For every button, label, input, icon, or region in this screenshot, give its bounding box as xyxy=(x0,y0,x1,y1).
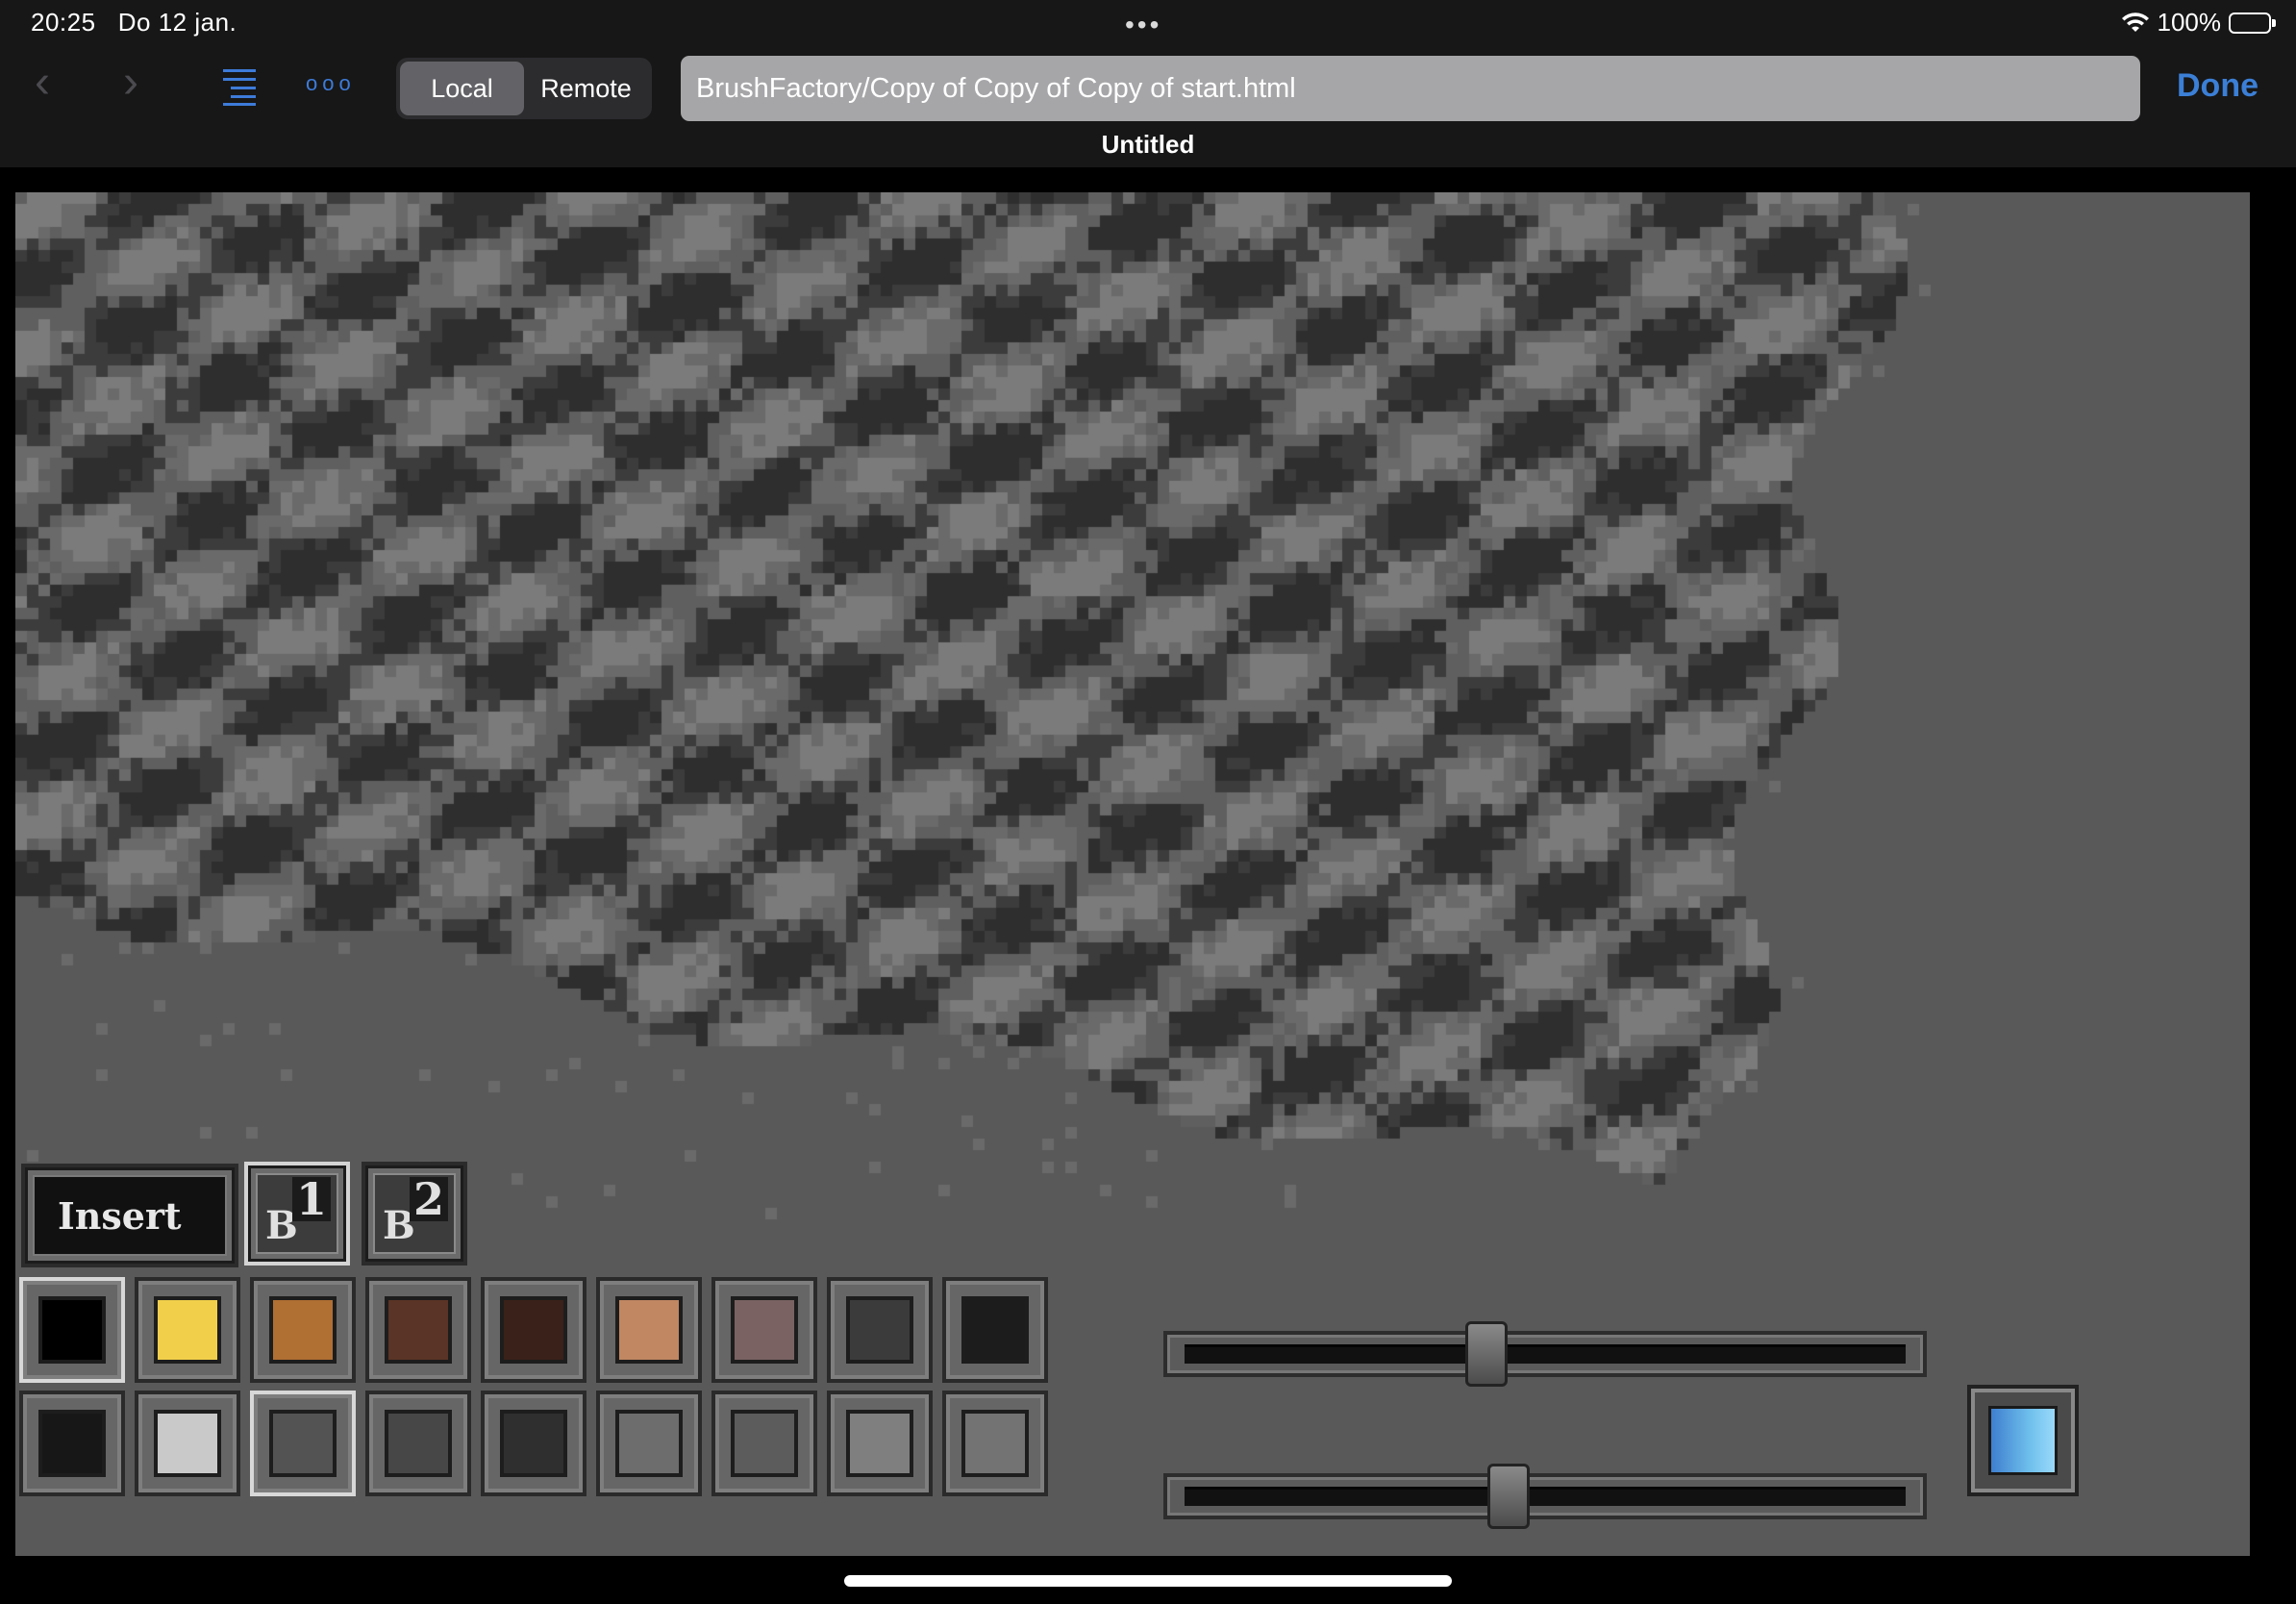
top-bar: 20:25 Do 12 jan. ••• 100% ‹ › ooo Local … xyxy=(0,0,2296,167)
swatch-color xyxy=(154,1296,221,1364)
palette-swatch-row1-8[interactable] xyxy=(827,1277,933,1383)
back-icon[interactable]: ‹ xyxy=(35,60,50,106)
palette-swatch-row1-9[interactable] xyxy=(942,1277,1048,1383)
local-remote-toggle: Local Remote xyxy=(396,58,652,119)
app-canvas[interactable]: Insert B 1 B 2 xyxy=(15,192,2250,1556)
segment-local[interactable]: Local xyxy=(400,62,524,115)
battery-charging-icon xyxy=(2229,12,2276,34)
insert-button[interactable]: Insert xyxy=(21,1164,238,1267)
segment-remote[interactable]: Remote xyxy=(524,62,648,115)
status-right: 100% xyxy=(2121,8,2276,38)
palette-swatch-row2-2[interactable] xyxy=(135,1391,240,1496)
home-indicator[interactable] xyxy=(844,1575,1452,1587)
swatch-color xyxy=(846,1296,913,1364)
swatch-color xyxy=(615,1410,683,1477)
brush-2-number: 2 xyxy=(409,1177,448,1221)
palette-swatch-row2-1[interactable] xyxy=(19,1391,125,1496)
swatch-color xyxy=(385,1296,452,1364)
palette-swatch-row2-4[interactable] xyxy=(365,1391,471,1496)
swatch-color xyxy=(269,1410,337,1477)
current-color-swatch xyxy=(1988,1406,2058,1475)
palette-swatch-row2-6[interactable] xyxy=(596,1391,702,1496)
url-field[interactable]: BrushFactory/Copy of Copy of Copy of sta… xyxy=(681,56,2140,121)
palette-swatch-row1-6[interactable] xyxy=(596,1277,702,1383)
swatch-color xyxy=(38,1296,106,1364)
swatch-color xyxy=(154,1410,221,1477)
swatch-color xyxy=(38,1410,106,1477)
palette-swatch-row2-7[interactable] xyxy=(711,1391,817,1496)
swatch-color xyxy=(615,1296,683,1364)
palette-swatch-row2-3[interactable] xyxy=(250,1391,356,1496)
status-time: 20:25 xyxy=(31,8,96,37)
palette-swatch-row1-4[interactable] xyxy=(365,1277,471,1383)
current-color-preview[interactable] xyxy=(1967,1385,2079,1496)
done-button[interactable]: Done xyxy=(2177,67,2259,105)
slider-2-thumb[interactable] xyxy=(1487,1464,1531,1529)
palette-swatch-row1-5[interactable] xyxy=(481,1277,586,1383)
brush-1-button[interactable]: B 1 xyxy=(244,1162,350,1266)
status-time-date: 20:25 Do 12 jan. xyxy=(31,8,237,38)
palette-swatch-row2-9[interactable] xyxy=(942,1391,1048,1496)
slider-1-track[interactable] xyxy=(1163,1331,1927,1377)
slider-2-track[interactable] xyxy=(1163,1473,1927,1519)
insert-label: Insert xyxy=(33,1175,227,1256)
swatch-color xyxy=(500,1410,567,1477)
palette-swatch-row1-2[interactable] xyxy=(135,1277,240,1383)
palette-swatch-row2-5[interactable] xyxy=(481,1391,586,1496)
slider-1-thumb[interactable] xyxy=(1465,1321,1509,1387)
document-title: Untitled xyxy=(1101,130,1195,159)
swatch-color xyxy=(500,1296,567,1364)
status-date: Do 12 jan. xyxy=(117,8,237,37)
palette-swatch-row1-1[interactable] xyxy=(19,1277,125,1383)
palette-swatch-row2-8[interactable] xyxy=(827,1391,933,1496)
more-options-icon[interactable]: ooo xyxy=(306,71,356,96)
brush-1-number: 1 xyxy=(291,1177,331,1221)
palette-swatch-row1-3[interactable] xyxy=(250,1277,356,1383)
swatch-color xyxy=(961,1296,1029,1364)
swatch-color xyxy=(385,1410,452,1477)
swatch-color xyxy=(846,1410,913,1477)
wifi-icon xyxy=(2121,12,2149,32)
swatch-color xyxy=(961,1410,1029,1477)
battery-percent: 100% xyxy=(2157,8,2222,37)
swatch-color xyxy=(731,1410,798,1477)
multitasking-dots-icon[interactable]: ••• xyxy=(1125,10,1161,40)
outline-list-icon[interactable] xyxy=(217,67,258,106)
forward-icon[interactable]: › xyxy=(123,60,138,106)
brush-2-button[interactable]: B 2 xyxy=(362,1162,467,1266)
swatch-color xyxy=(731,1296,798,1364)
palette-swatch-row1-7[interactable] xyxy=(711,1277,817,1383)
swatch-color xyxy=(269,1296,337,1364)
